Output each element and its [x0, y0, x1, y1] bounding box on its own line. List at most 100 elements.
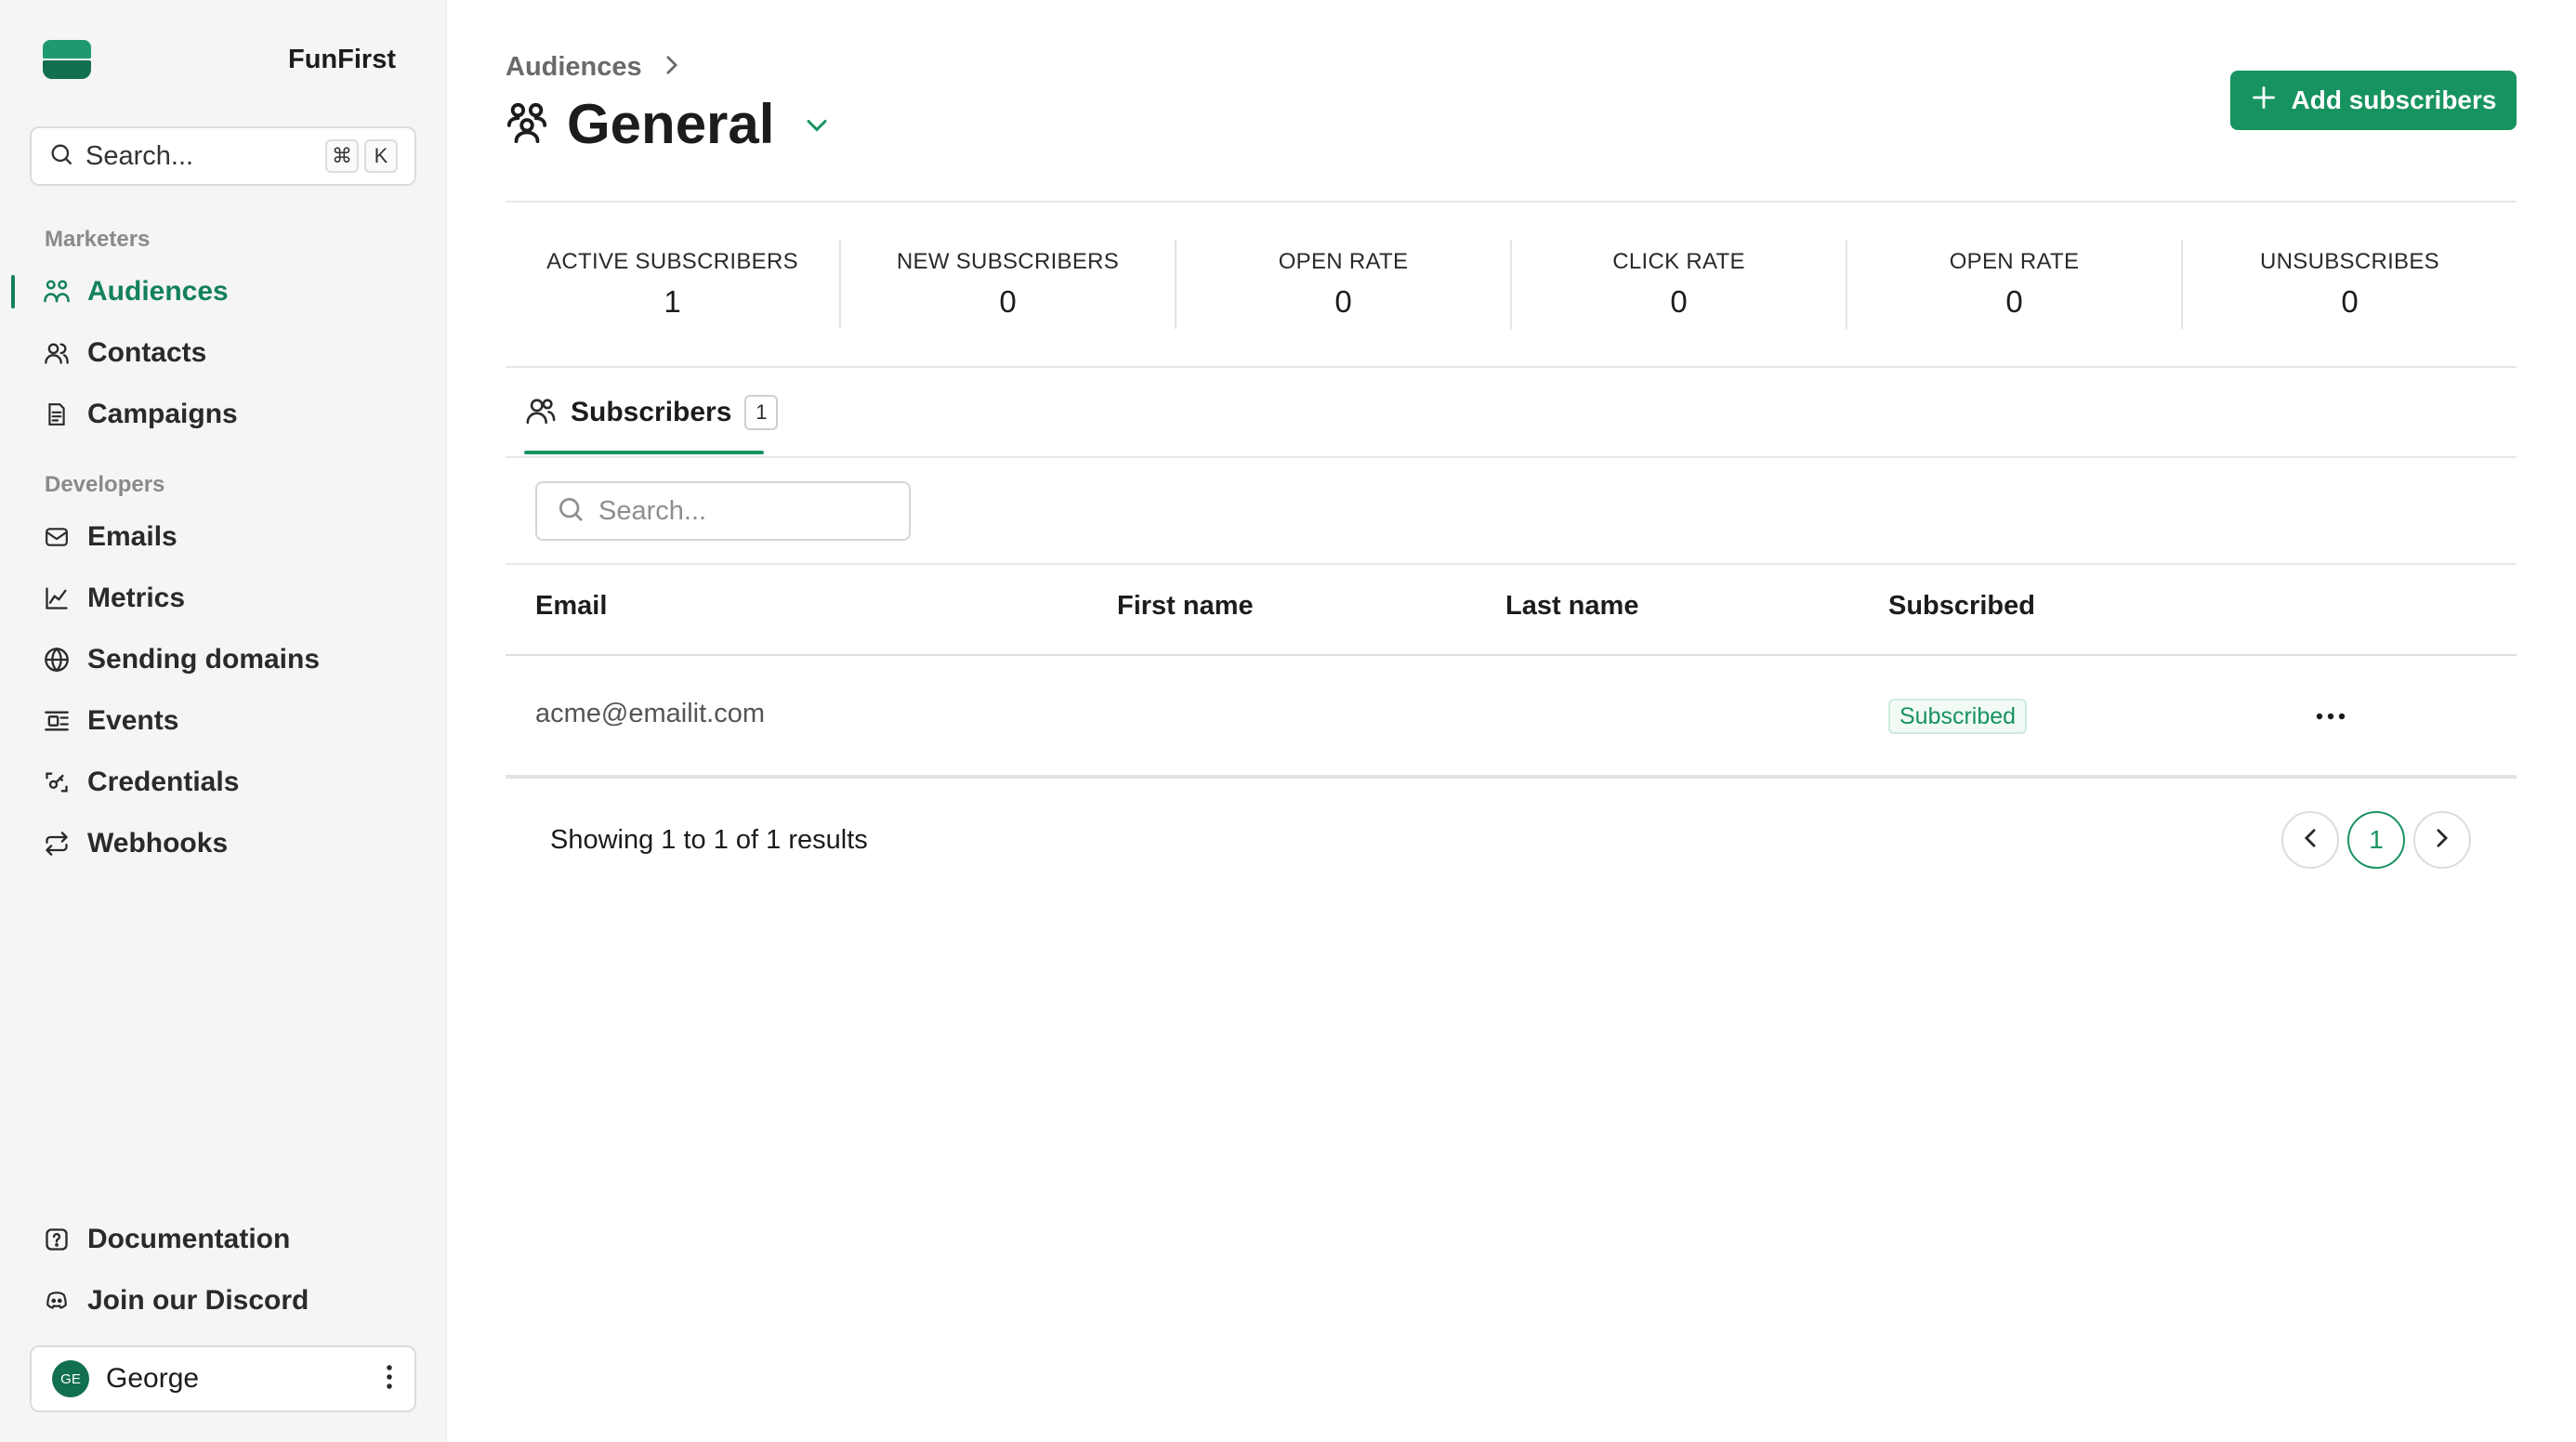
column-header-email[interactable]: Email — [535, 591, 607, 622]
chart-icon — [43, 584, 71, 612]
chevron-left-icon — [2304, 828, 2317, 853]
sidebar-item-label: Contacts — [87, 337, 207, 368]
chevron-right-icon — [2436, 828, 2449, 853]
sidebar-item-audiences[interactable]: Audiences — [43, 271, 229, 312]
divider — [506, 456, 2517, 458]
pagination-next-button[interactable] — [2413, 811, 2471, 869]
plus-icon — [2251, 80, 2277, 117]
stat-label: OPEN RATE — [1278, 249, 1409, 274]
sidebar-item-label: Campaigns — [87, 399, 238, 429]
app-name: FunFirst — [288, 44, 396, 74]
page-title-row: General — [506, 91, 828, 156]
stat-click-rate: CLICK RATE 0 — [1512, 240, 1847, 329]
column-header-last-name[interactable]: Last name — [1505, 591, 1638, 622]
app-logo — [43, 40, 91, 79]
sidebar-item-label: Documentation — [87, 1224, 291, 1254]
section-label-developers: Developers — [45, 472, 165, 497]
stat-value: 0 — [1670, 284, 1688, 319]
sidebar-item-campaigns[interactable]: Campaigns — [43, 394, 238, 435]
tab-active-underline — [524, 451, 764, 454]
sidebar-item-label: Audiences — [87, 276, 229, 307]
divider — [506, 775, 2517, 779]
document-icon — [43, 400, 71, 428]
user-name: George — [106, 1363, 200, 1394]
tab-subscribers[interactable]: Subscribers 1 — [524, 385, 779, 440]
sidebar-search-placeholder: Search... — [85, 140, 194, 171]
sidebar-item-discord[interactable]: Join our Discord — [43, 1280, 309, 1321]
chevron-down-icon[interactable] — [806, 118, 828, 138]
pagination-summary: Showing 1 to 1 of 1 results — [550, 825, 868, 855]
sidebar-item-label: Events — [87, 705, 179, 736]
help-icon — [43, 1226, 71, 1253]
sidebar-item-emails[interactable]: Emails — [43, 517, 177, 557]
stat-unsubscribes: UNSUBSCRIBES 0 — [2183, 240, 2517, 329]
sidebar-item-documentation[interactable]: Documentation — [43, 1219, 290, 1260]
stat-label: OPEN RATE — [1949, 249, 2080, 274]
active-indicator — [11, 275, 15, 308]
sidebar-item-label: Credentials — [87, 767, 240, 797]
cell-email: acme@emailit.com — [535, 699, 765, 728]
search-icon — [48, 141, 74, 172]
users-icon — [43, 278, 71, 306]
sidebar-item-label: Metrics — [87, 583, 186, 613]
sidebar-item-label: Sending domains — [87, 644, 321, 675]
divider — [506, 654, 2517, 656]
user-menu[interactable]: GE George — [30, 1345, 416, 1412]
column-header-first-name[interactable]: First name — [1117, 591, 1254, 622]
divider — [506, 563, 2517, 565]
pagination-prev-button[interactable] — [2281, 811, 2339, 869]
add-subscribers-button[interactable]: Add subscribers — [2230, 71, 2517, 130]
avatar: GE — [52, 1360, 89, 1397]
discord-icon — [43, 1287, 71, 1315]
users-icon — [506, 100, 548, 148]
page-title: General — [567, 92, 775, 155]
sidebar-item-contacts[interactable]: Contacts — [43, 333, 206, 374]
sidebar-search[interactable]: Search... ⌘ K — [30, 126, 416, 186]
stat-value: 0 — [1334, 284, 1352, 319]
table-search-input[interactable]: Search... — [535, 481, 911, 541]
stat-open-rate-2: OPEN RATE 0 — [1847, 240, 2183, 329]
stat-value: 0 — [999, 284, 1017, 319]
stat-label: ACTIVE SUBSCRIBERS — [546, 249, 798, 274]
sidebar-item-webhooks[interactable]: Webhooks — [43, 823, 228, 864]
repeat-icon — [43, 830, 71, 858]
pagination-page-button[interactable]: 1 — [2347, 811, 2405, 869]
stat-value: 1 — [664, 284, 681, 319]
stat-open-rate: OPEN RATE 0 — [1176, 240, 1512, 329]
tab-count-badge: 1 — [744, 395, 779, 430]
chevron-right-icon — [664, 52, 679, 83]
sidebar-item-sending-domains[interactable]: Sending domains — [43, 639, 320, 680]
sidebar-item-events[interactable]: Events — [43, 701, 178, 741]
shortcut-cmd-key: ⌘ — [325, 139, 359, 173]
breadcrumb: Audiences — [506, 48, 679, 85]
key-icon — [43, 768, 71, 796]
status-badge: Subscribed — [1888, 699, 2028, 734]
sidebar-item-label: Webhooks — [87, 828, 229, 859]
sidebar-item-label: Join our Discord — [87, 1285, 309, 1316]
users-icon — [524, 395, 558, 431]
stat-label: CLICK RATE — [1612, 249, 1745, 274]
events-icon — [43, 707, 71, 735]
column-header-subscribed[interactable]: Subscribed — [1888, 591, 2035, 622]
divider — [506, 201, 2517, 203]
sidebar-item-metrics[interactable]: Metrics — [43, 578, 185, 619]
stat-new-subscribers: NEW SUBSCRIBERS 0 — [841, 240, 1176, 329]
sidebar: FunFirst Search... ⌘ K Marketers Audienc… — [0, 0, 447, 1442]
contacts-icon — [43, 339, 71, 367]
stat-label: UNSUBSCRIBES — [2260, 249, 2439, 274]
sidebar-item-credentials[interactable]: Credentials — [43, 762, 239, 803]
add-subscribers-label: Add subscribers — [2291, 85, 2497, 114]
stat-value: 0 — [2341, 284, 2359, 319]
breadcrumb-audiences[interactable]: Audiences — [506, 52, 642, 83]
brand[interactable]: FunFirst — [43, 39, 396, 80]
more-horizontal-icon[interactable] — [2314, 702, 2347, 730]
stats-bar: ACTIVE SUBSCRIBERS 1 NEW SUBSCRIBERS 0 O… — [506, 240, 2517, 329]
stat-value: 0 — [2005, 284, 2023, 319]
more-vertical-icon[interactable] — [385, 1363, 394, 1396]
shortcut-k-key: K — [364, 139, 398, 173]
mail-icon — [43, 523, 71, 551]
section-label-marketers: Marketers — [45, 227, 151, 252]
table-search-placeholder: Search... — [598, 495, 707, 526]
search-icon — [556, 494, 585, 529]
tab-label: Subscribers — [571, 397, 732, 427]
